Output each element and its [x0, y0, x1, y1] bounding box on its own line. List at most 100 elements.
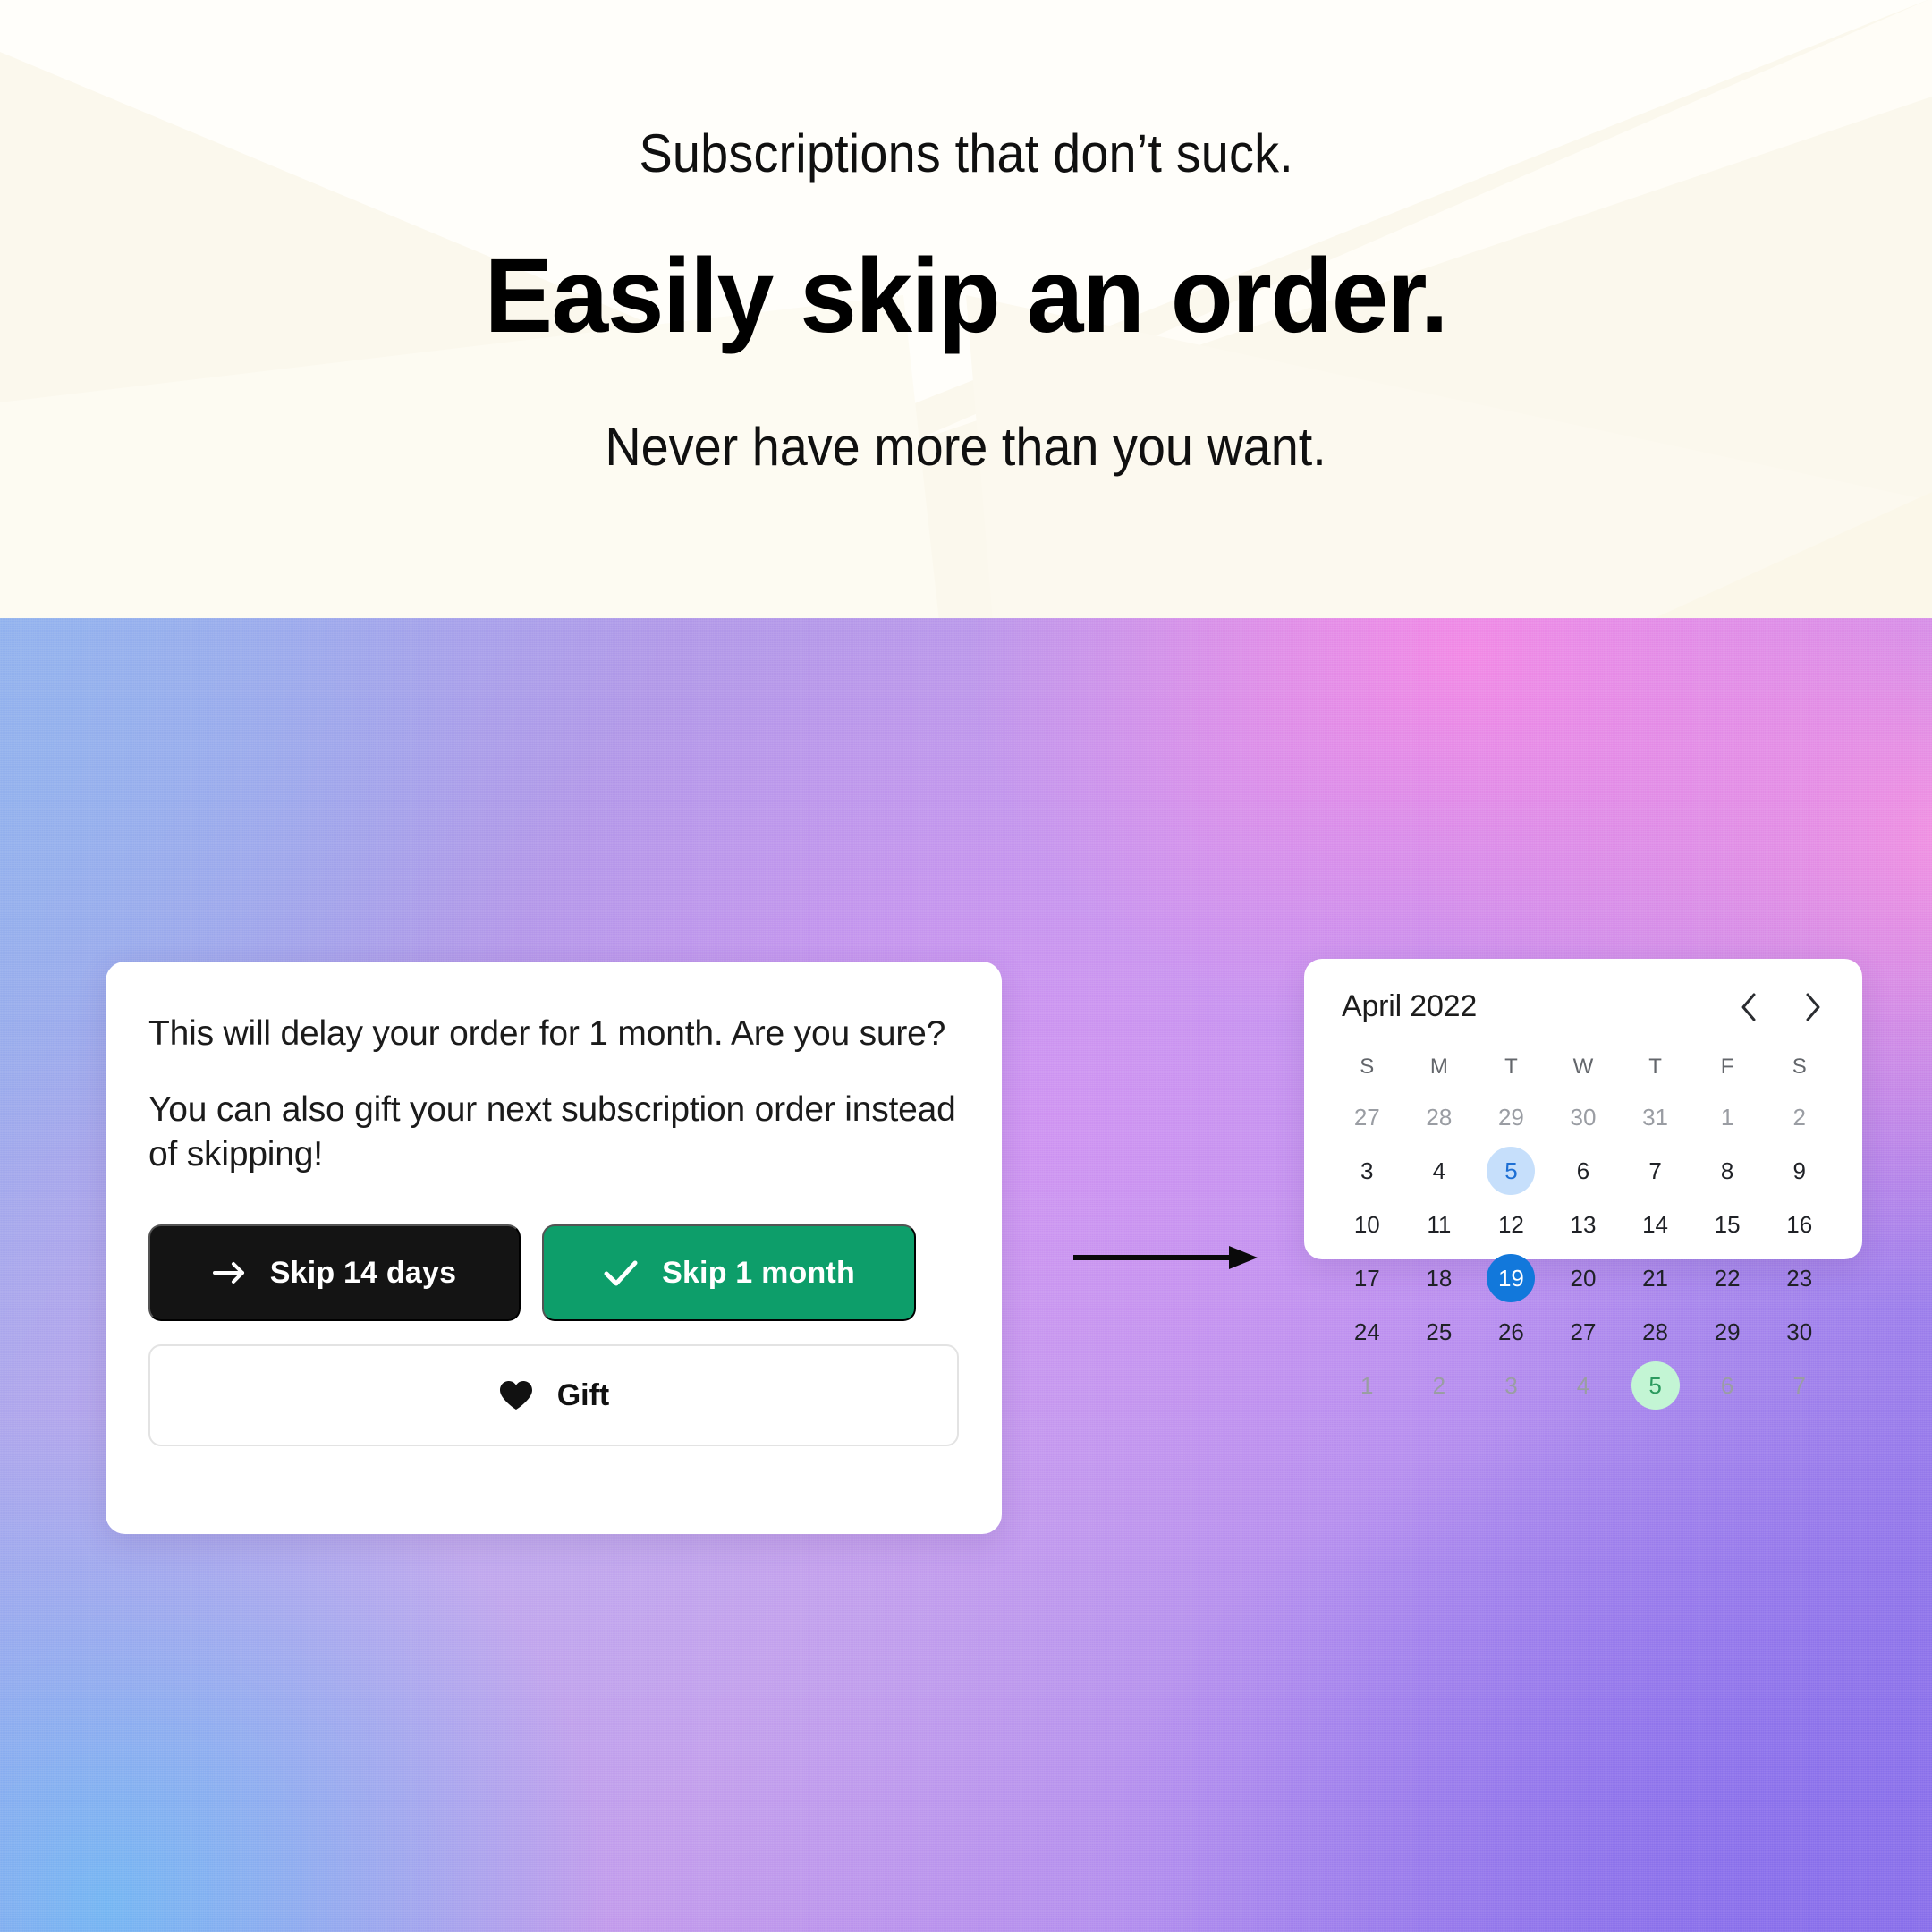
calendar-day-cell[interactable]: 3	[1331, 1148, 1403, 1194]
calendar-day-cell[interactable]: 11	[1403, 1201, 1476, 1248]
calendar-day-cell[interactable]: 2	[1763, 1094, 1835, 1140]
calendar-day-cell[interactable]: 27	[1331, 1094, 1403, 1140]
chevron-left-icon[interactable]	[1733, 990, 1764, 1024]
calendar-header: April 2022	[1331, 989, 1835, 1024]
calendar-day-number: 27	[1570, 1318, 1597, 1345]
calendar-day-cell[interactable]: 6	[1547, 1148, 1620, 1194]
calendar-day-number: 29	[1497, 1103, 1524, 1131]
calendar-day-number: 8	[1720, 1157, 1734, 1184]
hero-section: Subscriptions that don’t suck. Easily sk…	[0, 0, 1932, 618]
calendar-day-cell[interactable]: 28	[1619, 1309, 1691, 1355]
calendar-day-number: 4	[1432, 1157, 1446, 1184]
dialog-primary-button-row: Skip 14 days Skip 1 month	[148, 1224, 959, 1322]
calendar-day-cell[interactable]: 20	[1547, 1255, 1620, 1301]
calendar-day-cell[interactable]: 31	[1619, 1094, 1691, 1140]
calendar-day-cell[interactable]: 5	[1619, 1361, 1691, 1410]
calendar-day-number: 14	[1642, 1210, 1669, 1238]
calendar-grid: S M T W T F S 27 28 29 30 31 1 2 3 4 5 6 7 8 9 10 11 12 13 14 15 16…	[1331, 1047, 1835, 1410]
calendar-day-cell[interactable]: 18	[1403, 1255, 1476, 1301]
calendar-day-cell[interactable]: 7	[1619, 1148, 1691, 1194]
calendar-day-cell[interactable]: 3	[1475, 1362, 1547, 1409]
calendar-day-number: 2	[1792, 1103, 1806, 1131]
calendar-day-number: 27	[1353, 1103, 1380, 1131]
calendar-day-cell[interactable]: 27	[1547, 1309, 1620, 1355]
calendar-day-cell[interactable]: 30	[1547, 1094, 1620, 1140]
calendar-day-cell[interactable]: 15	[1691, 1201, 1764, 1248]
calendar-day-cell[interactable]: 24	[1331, 1309, 1403, 1355]
hero-eyebrow: Subscriptions that don’t suck.	[639, 123, 1293, 183]
dialog-question: This will delay your order for 1 month. …	[148, 1014, 946, 1053]
skip-14-days-button[interactable]: Skip 14 days	[148, 1224, 521, 1322]
calendar-day-cell[interactable]: 16	[1763, 1201, 1835, 1248]
calendar-day-number: 7	[1792, 1371, 1806, 1399]
calendar-day-cell[interactable]: 7	[1763, 1362, 1835, 1409]
calendar-day-cell[interactable]: 13	[1547, 1201, 1620, 1248]
gift-button[interactable]: Gift	[148, 1344, 959, 1447]
calendar-day-cell[interactable]: 22	[1691, 1255, 1764, 1301]
calendar-day-number: 29	[1714, 1318, 1741, 1345]
calendar-day-cell[interactable]: 17	[1331, 1255, 1403, 1301]
calendar-weekday-header: F	[1720, 1055, 1734, 1079]
date-picker-card: April 2022 S M T W T F S 27 28 29 30 31 1 2 3 4 5 6 7 8 9 10 1…	[1304, 959, 1862, 1410]
calendar-day-number: 23	[1786, 1264, 1813, 1292]
calendar-day-cell[interactable]: 21	[1619, 1255, 1691, 1301]
calendar-weekday-header: W	[1572, 1055, 1594, 1079]
calendar-day-cell[interactable]: 29	[1475, 1094, 1547, 1140]
calendar-day-cell[interactable]: 2	[1403, 1362, 1476, 1409]
calendar-day-cell[interactable]: 25	[1403, 1309, 1476, 1355]
calendar-day-cell[interactable]: 29	[1691, 1309, 1764, 1355]
calendar-day-number: 28	[1426, 1103, 1453, 1131]
calendar-day-number: 7	[1648, 1157, 1662, 1184]
calendar-day-cell[interactable]: 14	[1619, 1201, 1691, 1248]
calendar-day-number: 4	[1576, 1371, 1590, 1399]
calendar-weekday-header: T	[1648, 1055, 1662, 1079]
skip-1-month-button[interactable]: Skip 1 month	[542, 1224, 916, 1322]
calendar-day-cell[interactable]: 30	[1763, 1309, 1835, 1355]
calendar-day-number: 1	[1720, 1103, 1734, 1131]
arrow-right-icon	[212, 1259, 247, 1286]
calendar-day-number: 30	[1570, 1103, 1597, 1131]
calendar-day-cell[interactable]: 5	[1475, 1147, 1547, 1195]
calendar-day-number: 5	[1504, 1157, 1518, 1184]
calendar-month-title: April 2022	[1342, 989, 1478, 1023]
calendar-nav-group	[1733, 990, 1828, 1024]
calendar-day-number: 22	[1714, 1264, 1741, 1292]
calendar-day-cell[interactable]: 4	[1403, 1148, 1476, 1194]
calendar-day-number: 11	[1427, 1210, 1452, 1238]
calendar-day-number: 5	[1648, 1371, 1662, 1399]
calendar-day-cell[interactable]: 1	[1691, 1094, 1764, 1140]
calendar-weekday-header: T	[1504, 1055, 1518, 1079]
calendar-weekday-header: M	[1429, 1055, 1448, 1079]
calendar-day-number: 17	[1353, 1264, 1380, 1292]
calendar-day-cell[interactable]: 19	[1475, 1254, 1547, 1302]
skip-1-month-label: Skip 1 month	[662, 1255, 855, 1290]
calendar-day-cell[interactable]: 23	[1763, 1255, 1835, 1301]
calendar-day-number: 3	[1360, 1157, 1374, 1184]
gradient-panel: This will delay your order for 1 month. …	[0, 618, 1932, 1932]
hero-subline: Never have more than you want.	[605, 417, 1327, 477]
calendar-weekday-header: S	[1792, 1055, 1807, 1079]
calendar-day-number: 18	[1426, 1264, 1453, 1292]
calendar-day-number: 10	[1353, 1210, 1380, 1238]
calendar-day-cell[interactable]: 26	[1475, 1309, 1547, 1355]
gift-label: Gift	[556, 1377, 610, 1412]
calendar-day-cell[interactable]: 8	[1691, 1148, 1764, 1194]
calendar-day-cell[interactable]: 12	[1475, 1201, 1547, 1248]
calendar-day-cell[interactable]: 1	[1331, 1362, 1403, 1409]
calendar-day-cell[interactable]: 4	[1547, 1362, 1620, 1409]
calendar-day-number: 20	[1570, 1264, 1597, 1292]
calendar-day-cell[interactable]: 10	[1331, 1201, 1403, 1248]
calendar-day-number: 1	[1360, 1371, 1374, 1399]
calendar-day-number: 30	[1786, 1318, 1813, 1345]
calendar-day-number: 6	[1720, 1371, 1734, 1399]
calendar-day-number: 24	[1353, 1318, 1380, 1345]
calendar-day-cell[interactable]: 28	[1403, 1094, 1476, 1140]
calendar-day-number: 26	[1497, 1318, 1524, 1345]
dialog-gift-note: You can also gift your next subscription…	[148, 1089, 956, 1174]
calendar-day-cell[interactable]: 9	[1763, 1148, 1835, 1194]
chevron-right-icon[interactable]	[1798, 990, 1828, 1024]
calendar-day-number: 25	[1426, 1318, 1453, 1345]
arrow-right-connector	[1072, 1244, 1259, 1271]
calendar-day-number: 31	[1642, 1103, 1669, 1131]
calendar-day-cell[interactable]: 6	[1691, 1362, 1764, 1409]
